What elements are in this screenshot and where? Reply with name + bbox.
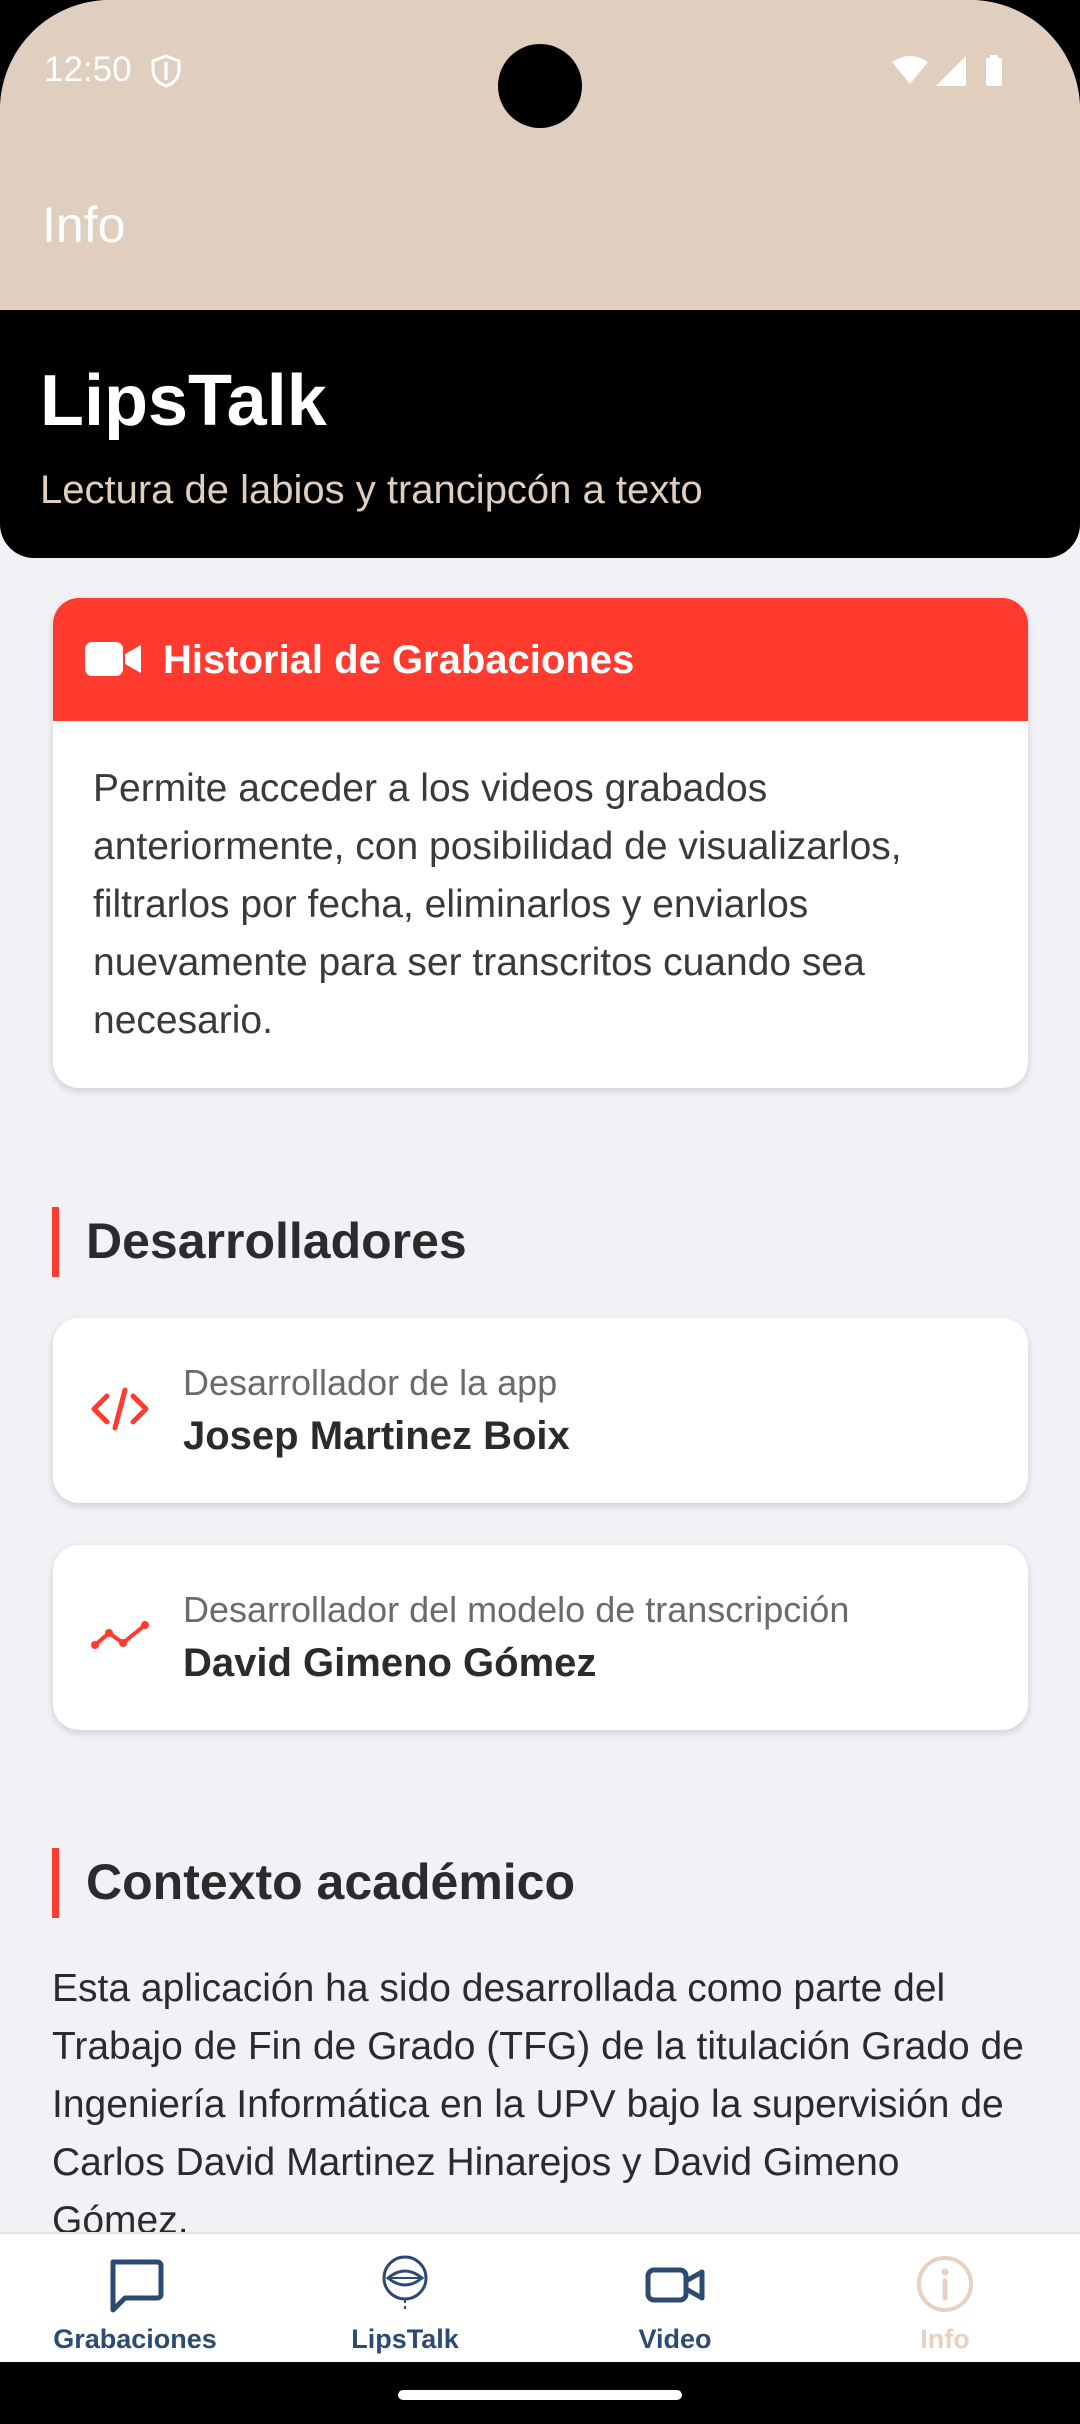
top-app-bar: 12:50 Info	[0, 0, 1080, 310]
developer-role: Desarrollador del modelo de transcripció…	[183, 1589, 850, 1630]
feature-card-title: Historial de Grabaciones	[163, 638, 635, 682]
hero-title: LipsTalk	[40, 361, 327, 441]
section-accent-bar	[52, 1207, 59, 1277]
tab-label: LipsTalk	[351, 2324, 459, 2354]
video-camera-icon	[645, 2267, 705, 2303]
info-icon	[917, 2256, 973, 2312]
line-chart-icon	[91, 1621, 149, 1649]
hero-subtitle: Lectura de labios y trancipcón a texto	[40, 468, 703, 512]
hero-header: LipsTalk Lectura de labios y trancipcón …	[0, 310, 1080, 558]
feature-card-description: Permite acceder a los videos grabados an…	[93, 767, 902, 1042]
feature-card-history: Historial de Grabaciones Permite acceder…	[53, 598, 1028, 1088]
battery-icon	[986, 58, 1002, 86]
tab-label: Info	[920, 2324, 970, 2354]
code-icon	[91, 1387, 149, 1431]
tab-label: Grabaciones	[53, 2324, 217, 2354]
camera-cutout	[498, 44, 582, 128]
developers-section-title: Desarrolladores	[86, 1213, 467, 1269]
developer-name: Josep Martinez Boix	[183, 1414, 570, 1458]
lips-talk-icon	[382, 2255, 428, 2312]
shield-icon	[151, 54, 181, 88]
context-text: Esta aplicación ha sido desarrollada com…	[52, 1967, 1024, 2242]
bottom-tab-bar: Grabaciones LipsTalk Video Info	[0, 2232, 1080, 2364]
tab-grabaciones[interactable]: Grabaciones	[0, 2234, 270, 2364]
section-accent-bar	[52, 1848, 59, 1918]
developer-role: Desarrollador de la app	[183, 1362, 558, 1403]
tab-info[interactable]: Info	[810, 2234, 1080, 2364]
status-time: 12:50	[44, 50, 132, 89]
wifi-icon	[892, 56, 928, 84]
signal-icon	[936, 56, 966, 86]
context-section-title: Contexto académico	[86, 1854, 576, 1910]
feature-card-header: Historial de Grabaciones	[53, 598, 1028, 721]
home-indicator[interactable]	[398, 2390, 682, 2400]
developer-name: David Gimeno Gómez	[183, 1641, 597, 1685]
app-bar-title: Info	[42, 197, 126, 253]
tab-video[interactable]: Video	[540, 2234, 810, 2364]
chat-bubble-icon	[110, 2259, 164, 2313]
status-icons	[892, 55, 1002, 86]
tab-lipstalk[interactable]: LipsTalk	[270, 2234, 540, 2364]
video-camera-icon	[85, 642, 141, 676]
developer-card: Desarrollador del modelo de transcripció…	[53, 1545, 1028, 1730]
system-navigation-bar	[0, 2362, 1080, 2424]
tab-label: Video	[638, 2324, 712, 2354]
developer-card: Desarrollador de la app Josep Martinez B…	[53, 1318, 1028, 1503]
screen: 12:50 Info LipsTalk Lectura de labios y …	[0, 0, 1080, 2424]
